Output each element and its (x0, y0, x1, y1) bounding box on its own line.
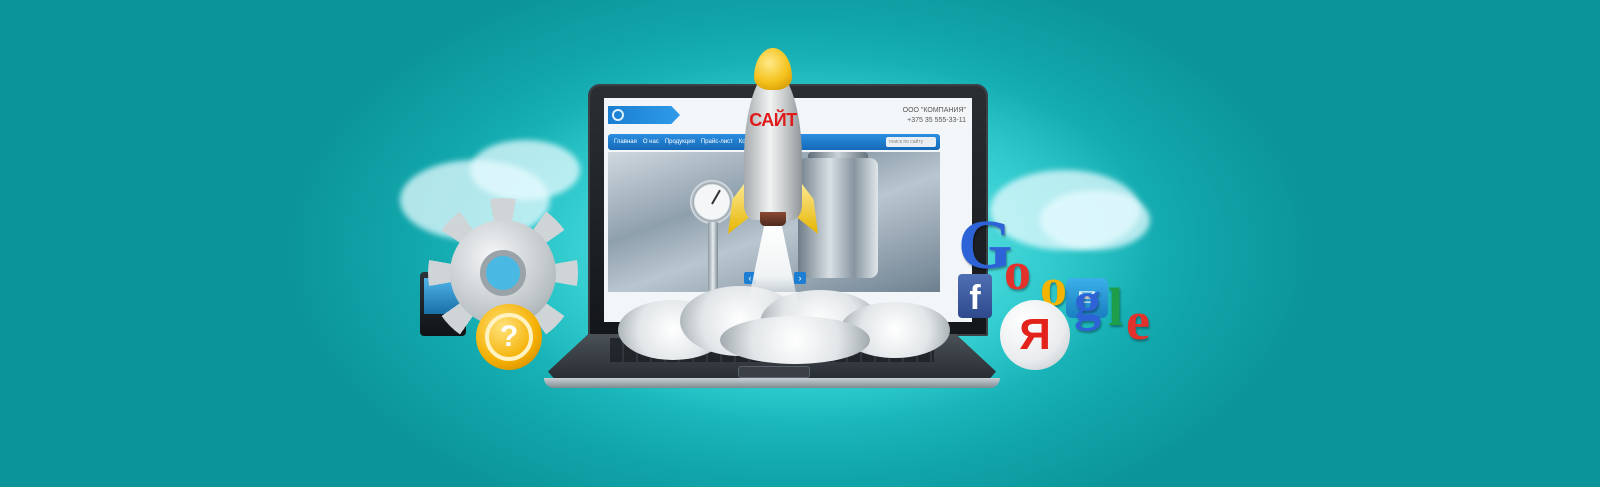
touchpad (738, 366, 810, 378)
hero-banner: ? ООО "КОМПАНИЯ" +375 35 555-33-11 Главн… (0, 0, 1600, 487)
rocket-nozzle (760, 212, 786, 226)
question-icon: ? (476, 304, 542, 370)
company-phone: +375 35 555-33-11 (907, 117, 966, 124)
yandex-icon: Я (1000, 300, 1070, 370)
nav-item-home[interactable]: Главная (614, 139, 637, 145)
rocket-label: САЙТ (749, 110, 797, 130)
google-letter-e: e (1126, 291, 1150, 351)
site-search-input[interactable]: поиск по сайту (886, 137, 936, 147)
cloud-left-2 (470, 140, 580, 200)
rocket-tip (754, 48, 792, 90)
nav-item-products[interactable]: Продукция (665, 139, 695, 145)
yandex-letter: Я (1019, 310, 1051, 359)
google-letter-o: o (1004, 241, 1031, 301)
site-logo (608, 106, 680, 124)
cloud-right-2 (1040, 190, 1150, 250)
logo-icon (612, 109, 624, 121)
company-name: ООО "КОМПАНИЯ" (902, 107, 966, 114)
pressure-gauge (690, 180, 734, 224)
google-letter-g: g (1074, 271, 1101, 331)
site-company-info: ООО "КОМПАНИЯ" +375 35 555-33-11 (903, 106, 966, 126)
magnifier-icon (480, 250, 526, 296)
laptop-edge (544, 378, 1000, 388)
nav-item-pricelist[interactable]: Прайс-лист (701, 139, 733, 145)
nav-item-about[interactable]: О нас (643, 139, 659, 145)
google-letter-l: l (1108, 277, 1124, 337)
pipe (708, 222, 718, 292)
slider-next-button[interactable]: › (794, 272, 806, 284)
smoke-cloud (720, 316, 870, 364)
